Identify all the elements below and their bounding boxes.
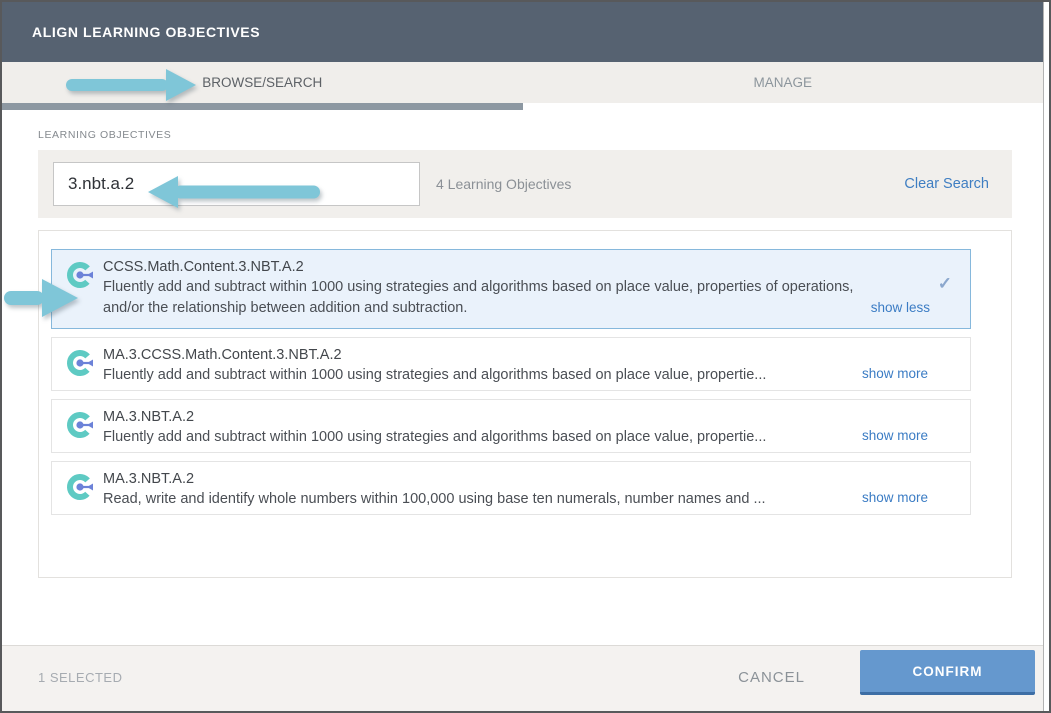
objective-code: MA.3.NBT.A.2 bbox=[103, 469, 766, 489]
modal-header: ALIGN LEARNING OBJECTIVES bbox=[2, 2, 1043, 62]
modal-footer: 1 SELECTED CANCEL CONFIRM bbox=[2, 645, 1043, 711]
objective-description: Read, write and identify whole numbers w… bbox=[103, 489, 766, 510]
objective-description: Fluently add and subtract within 1000 us… bbox=[103, 365, 766, 386]
tab-manage[interactable]: MANAGE bbox=[523, 62, 1044, 103]
show-more-link[interactable]: show more bbox=[862, 490, 928, 505]
learning-objectives-label: LEARNING OBJECTIVES bbox=[38, 129, 171, 141]
cancel-button[interactable]: CANCEL bbox=[738, 646, 805, 710]
selected-check-icon: ✓ bbox=[938, 274, 952, 294]
objective-target-icon bbox=[66, 349, 94, 377]
objective-text: MA.3.NBT.A.2 Fluently add and subtract w… bbox=[103, 407, 766, 445]
annotation-arrow-tabs-icon bbox=[66, 67, 196, 103]
confirm-button[interactable]: CONFIRM bbox=[860, 650, 1035, 695]
modal-body: ALIGN LEARNING OBJECTIVES BROWSE/SEARCH … bbox=[2, 2, 1044, 711]
annotation-arrow-search-icon bbox=[148, 173, 320, 211]
align-learning-objectives-dialog: ALIGN LEARNING OBJECTIVES BROWSE/SEARCH … bbox=[0, 0, 1051, 713]
objective-code: CCSS.Math.Content.3.NBT.A.2 bbox=[103, 257, 865, 277]
selected-count: 1 SELECTED bbox=[38, 646, 122, 710]
annotation-arrow-selected-item-icon bbox=[4, 278, 78, 318]
objective-text: MA.3.CCSS.Math.Content.3.NBT.A.2 Fluentl… bbox=[103, 345, 766, 383]
objective-row[interactable]: MA.3.NBT.A.2 Fluently add and subtract w… bbox=[51, 399, 971, 453]
clear-search-link[interactable]: Clear Search bbox=[904, 150, 989, 218]
objective-code: MA.3.NBT.A.2 bbox=[103, 407, 766, 427]
show-less-link[interactable]: show less bbox=[871, 300, 930, 315]
objective-row[interactable]: MA.3.NBT.A.2 Read, write and identify wh… bbox=[51, 461, 971, 515]
objective-text: MA.3.NBT.A.2 Read, write and identify wh… bbox=[103, 469, 766, 507]
objectives-list: CCSS.Math.Content.3.NBT.A.2 Fluently add… bbox=[38, 230, 1012, 578]
objective-code: MA.3.CCSS.Math.Content.3.NBT.A.2 bbox=[103, 345, 766, 365]
objective-description: Fluently add and subtract within 1000 us… bbox=[103, 277, 865, 319]
objective-target-icon bbox=[66, 411, 94, 439]
objective-row[interactable]: MA.3.CCSS.Math.Content.3.NBT.A.2 Fluentl… bbox=[51, 337, 971, 391]
show-more-link[interactable]: show more bbox=[862, 366, 928, 381]
active-tab-indicator bbox=[2, 103, 523, 110]
objective-text: CCSS.Math.Content.3.NBT.A.2 Fluently add… bbox=[103, 257, 865, 321]
objective-target-icon bbox=[66, 473, 94, 501]
objective-description: Fluently add and subtract within 1000 us… bbox=[103, 427, 766, 448]
modal-title: ALIGN LEARNING OBJECTIVES bbox=[32, 2, 260, 62]
show-more-link[interactable]: show more bbox=[862, 428, 928, 443]
results-count: 4 Learning Objectives bbox=[436, 150, 571, 218]
objective-row[interactable]: CCSS.Math.Content.3.NBT.A.2 Fluently add… bbox=[51, 249, 971, 329]
